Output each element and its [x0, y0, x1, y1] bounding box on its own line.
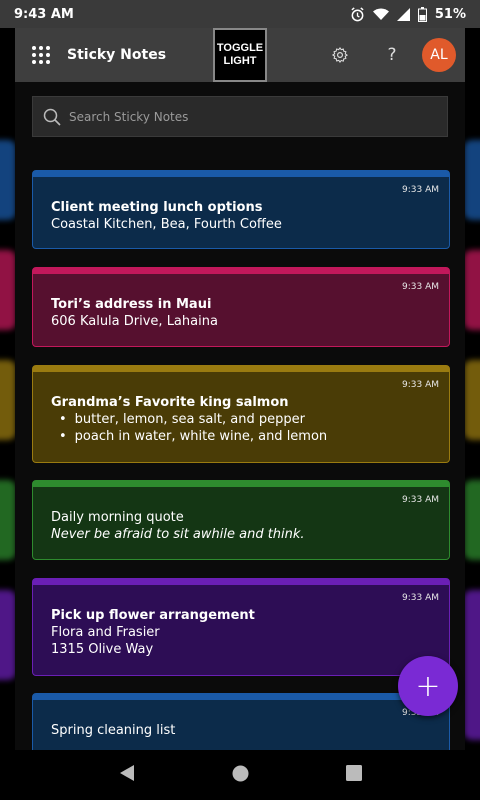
home-button[interactable] [232, 765, 249, 786]
status-time: 9:43 AM [14, 6, 74, 22]
bg-glow-gold-left [0, 360, 16, 440]
battery-icon [417, 6, 427, 22]
note-title: Daily morning quote [51, 510, 184, 525]
note-title: Grandma’s Favorite king salmon [51, 395, 289, 410]
bg-glow-purple-left [0, 590, 16, 680]
recents-button[interactable] [345, 765, 362, 785]
note-time: 9:33 AM [402, 593, 439, 603]
app-launcher-button[interactable] [15, 28, 67, 82]
note-time: 9:33 AM [402, 380, 439, 390]
system-nav-bar [0, 750, 480, 800]
bg-glow-purple-right [464, 590, 480, 740]
settings-button[interactable] [314, 28, 366, 82]
bg-glow-green-left [0, 480, 16, 560]
alarm-icon [350, 6, 365, 22]
grid-icon [32, 46, 50, 64]
note-card[interactable]: 9:33 AM Client meeting lunch options Coa… [32, 170, 450, 249]
toggle-light-button[interactable]: TOGGLE LIGHT [213, 28, 267, 82]
bg-glow-blue-left [0, 140, 16, 220]
note-title: Tori’s address in Maui [51, 297, 212, 312]
note-card[interactable]: 9:33 AM Grandma’s Favorite king salmon b… [32, 365, 450, 463]
list-item: butter, lemon, sea salt, and pepper [59, 411, 431, 428]
note-time: 9:33 AM [402, 495, 439, 505]
note-card[interactable]: 9:33 AM Daily morning quote Never be afr… [32, 480, 450, 560]
help-button[interactable]: ? [366, 28, 418, 82]
search-placeholder: Search Sticky Notes [69, 109, 189, 124]
search-input[interactable]: Search Sticky Notes [32, 96, 448, 137]
recents-square-icon [345, 765, 362, 781]
note-card[interactable]: 9:33 AM Tori’s address in Maui 606 Kalul… [32, 267, 450, 347]
wifi-icon [372, 7, 389, 21]
bg-glow-blue-right [464, 140, 480, 220]
avatar[interactable]: AL [422, 38, 456, 72]
note-card[interactable]: 9:33 AM Pick up flower arrangement Flora… [32, 578, 450, 676]
note-card[interactable]: 9:32 AM Spring cleaning list [32, 693, 450, 750]
note-line: Coastal Kitchen, Bea, Fourth Coffee [51, 217, 282, 232]
note-line: 1315 Olive Way [51, 642, 154, 657]
status-bar: 9:43 AM 51% [0, 0, 480, 28]
note-quote: Never be afraid to sit awhile and think. [51, 527, 305, 542]
note-line: Flora and Frasier [51, 625, 160, 640]
back-button[interactable] [119, 764, 135, 786]
bg-glow-gold-right [464, 360, 480, 440]
add-note-button[interactable]: + [398, 656, 458, 716]
status-icons: 51% [350, 6, 466, 22]
note-line: 606 Kalula Drive, Lahaina [51, 314, 218, 329]
search-icon [43, 108, 61, 126]
bg-glow-green-right [464, 480, 480, 560]
bg-glow-pink-left [0, 250, 16, 330]
app-title: Sticky Notes [67, 47, 167, 63]
note-title: Pick up flower arrangement [51, 608, 255, 623]
list-item: poach in water, white wine, and lemon [59, 428, 431, 445]
back-triangle-icon [119, 765, 134, 781]
note-time: 9:33 AM [402, 185, 439, 195]
note-title: Client meeting lunch options [51, 200, 263, 215]
battery-percent: 51% [434, 6, 466, 22]
note-bullet-list: butter, lemon, sea salt, and pepper poac… [51, 411, 431, 445]
signal-icon [396, 7, 410, 21]
notes-panel: Search Sticky Notes 9:33 AM Client meeti… [15, 82, 465, 750]
home-circle-icon [232, 765, 248, 781]
app-header: Sticky Notes TOGGLE LIGHT ? AL [15, 28, 465, 82]
gear-icon [331, 46, 348, 64]
note-time: 9:33 AM [402, 282, 439, 292]
bg-glow-pink-right [464, 250, 480, 330]
note-title: Spring cleaning list [51, 723, 176, 738]
